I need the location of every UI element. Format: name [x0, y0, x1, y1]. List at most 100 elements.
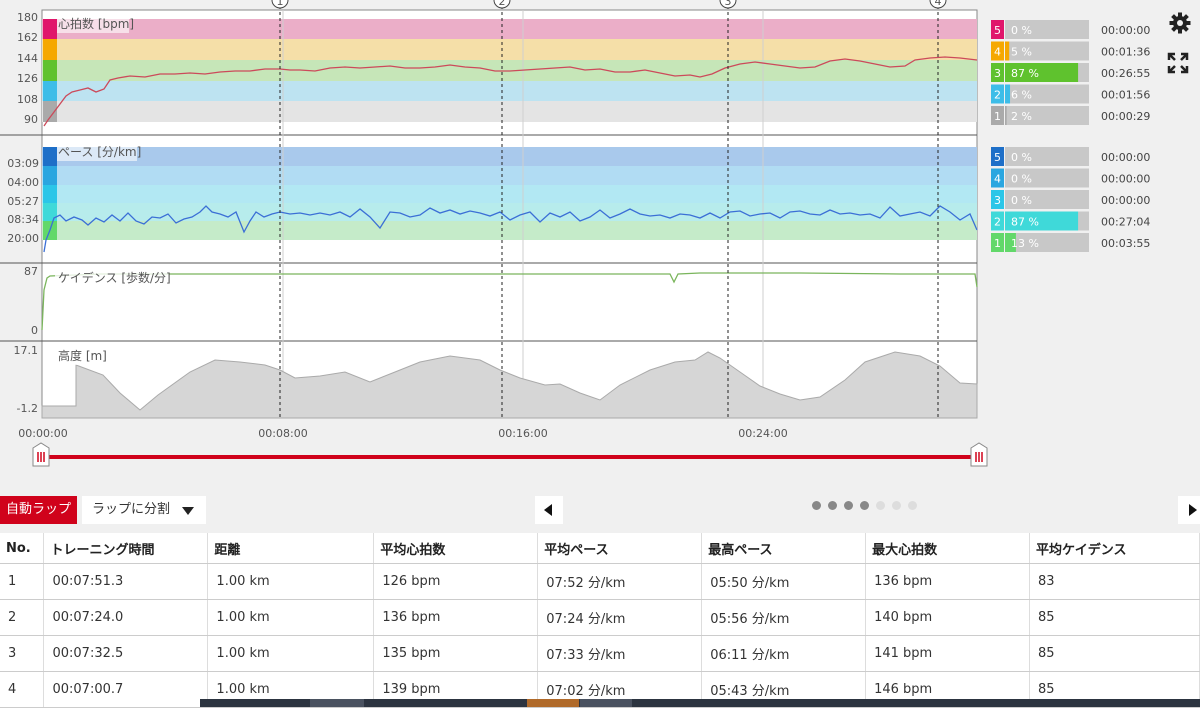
- altitude-y-ticks: 17.1 -1.2: [14, 344, 39, 415]
- table-row[interactable]: 3 00:07:32.5 1.00 km 135 bpm 07:33 分/km 06:11…: [0, 635, 1200, 672]
- page-dot[interactable]: [908, 501, 917, 510]
- table-cell: 00:07:00.7: [43, 671, 209, 708]
- table-cell: 00:07:51.3: [43, 563, 209, 600]
- svg-text:162: 162: [17, 31, 38, 44]
- zone-percent: 2 %: [1011, 110, 1032, 123]
- col-header-no[interactable]: No.: [0, 533, 45, 564]
- svg-text:108: 108: [17, 93, 38, 106]
- table-cell: 1.00 km: [207, 563, 375, 600]
- col-header-training-time[interactable]: トレーニング時間: [43, 533, 209, 564]
- table-row[interactable]: 1 00:07:51.3 1.00 km 126 bpm 07:52 分/km 05:50…: [0, 563, 1200, 600]
- svg-text:90: 90: [24, 113, 38, 126]
- svg-text:00:00:00: 00:00:00: [18, 427, 67, 440]
- pace-zone-5: 5 0 % 00:00:00: [991, 147, 1150, 166]
- table-cell: 1: [0, 563, 45, 600]
- zone-percent: 87 %: [1011, 67, 1039, 80]
- zone-percent: 87 %: [1011, 216, 1039, 229]
- next-page-button[interactable]: [1178, 496, 1200, 524]
- pace-zone-summary: 5 0 % 00:00:00 4 0 % 00:00:00 3 0 % 00:00:00 2 87 …: [991, 147, 1150, 252]
- zone-duration: 00:00:00: [1101, 194, 1150, 207]
- pace-zone-4: 4 0 % 00:00:00: [991, 168, 1150, 188]
- lap-marker-2[interactable]: 2: [499, 0, 506, 8]
- col-header-max-pace[interactable]: 最高ペース: [701, 533, 867, 564]
- x-axis-ticks: 00:00:00 00:08:00 00:16:00 00:24:00: [18, 427, 787, 440]
- zone-duration: 00:01:56: [1101, 89, 1150, 102]
- col-header-avg-hr[interactable]: 平均心拍数: [373, 533, 539, 564]
- zone-percent: 6 %: [1011, 89, 1032, 102]
- page-dot[interactable]: [812, 501, 821, 510]
- zone-number: 5: [994, 24, 1001, 37]
- pace-zone-3: 3 0 % 00:00:00: [991, 190, 1150, 209]
- table-cell: 06:11 分/km: [701, 635, 867, 672]
- hr-zone-3: 3 87 % 00:26:55: [991, 63, 1150, 82]
- table-cell: 135 bpm: [373, 635, 539, 672]
- svg-text:00:08:00: 00:08:00: [258, 427, 307, 440]
- svg-text:87: 87: [24, 265, 38, 278]
- hr-zone-summary: 5 0 % 00:00:00 4 5 % 00:01:36 3 87 % 00:26:55 2 6 …: [991, 20, 1150, 125]
- range-slider-start-handle[interactable]: [32, 442, 50, 467]
- zone-duration: 00:01:36: [1101, 46, 1150, 59]
- svg-text:08:34: 08:34: [7, 213, 39, 226]
- lap-marker-1[interactable]: 1: [277, 0, 284, 8]
- settings-button[interactable]: [1167, 10, 1193, 36]
- lap-marker-labels[interactable]: 1 2 3 4: [271, 0, 947, 9]
- hr-zone-4: 4 5 % 00:01:36: [991, 41, 1150, 61]
- page-dot[interactable]: [876, 501, 885, 510]
- table-row[interactable]: 2 00:07:24.0 1.00 km 136 bpm 07:24 分/km 05:56…: [0, 599, 1200, 636]
- svg-text:04:00: 04:00: [7, 176, 39, 189]
- prev-page-button[interactable]: [535, 496, 563, 524]
- table-cell: 85: [1029, 599, 1200, 636]
- auto-lap-tab[interactable]: 自動ラップ: [0, 496, 78, 524]
- page-dot[interactable]: [844, 501, 853, 510]
- bottom-taskbar-strip: [200, 699, 1200, 707]
- table-header-row: No. トレーニング時間 距離 平均心拍数 平均ペース 最高ペース 最大心拍数 …: [0, 533, 1200, 564]
- col-header-max-hr[interactable]: 最大心拍数: [865, 533, 1031, 564]
- hr-y-ticks: 180 162 144 126 108 90: [17, 11, 38, 126]
- page-dot[interactable]: [860, 501, 869, 510]
- lap-toolbar: 自動ラップ ラップに分割: [0, 494, 1200, 530]
- svg-text:03:09: 03:09: [7, 157, 39, 170]
- table-cell: 07:24 分/km: [537, 599, 703, 636]
- page-dot[interactable]: [828, 501, 837, 510]
- table-cell: 3: [0, 635, 45, 672]
- page-indicator: [812, 501, 917, 510]
- gear-icon: [1169, 12, 1191, 34]
- table-cell: 136 bpm: [865, 563, 1031, 600]
- lap-table: No. トレーニング時間 距離 平均心拍数 平均ペース 最高ペース 最大心拍数 …: [0, 533, 1200, 708]
- table-cell: 05:50 分/km: [701, 563, 867, 600]
- arrow-left-icon: [544, 504, 552, 516]
- table-cell: 07:52 分/km: [537, 563, 703, 600]
- pace-zone-2: 2 87 % 00:27:04: [991, 211, 1150, 231]
- table-cell: 136 bpm: [373, 599, 539, 636]
- col-header-avg-cadence[interactable]: 平均ケイデンス: [1029, 533, 1200, 564]
- col-header-avg-pace[interactable]: 平均ペース: [537, 533, 703, 564]
- svg-text:00:24:00: 00:24:00: [738, 427, 787, 440]
- split-lap-dropdown[interactable]: ラップに分割: [82, 496, 206, 524]
- split-lap-label: ラップに分割: [92, 502, 171, 517]
- zone-percent: 0 %: [1011, 24, 1032, 37]
- table-cell: 141 bpm: [865, 635, 1031, 672]
- zone-duration: 00:00:00: [1101, 173, 1150, 186]
- svg-text:17.1: 17.1: [14, 344, 39, 357]
- table-cell: 85: [1029, 635, 1200, 672]
- range-slider-end-handle[interactable]: [970, 442, 988, 467]
- zone-percent: 0 %: [1011, 151, 1032, 164]
- table-cell: 05:56 分/km: [701, 599, 867, 636]
- activity-charts: 1 2 3 4 心拍数 [bpm] ペース [分/km] ケイデンス [歩数/分…: [0, 0, 1150, 467]
- svg-text:144: 144: [17, 52, 38, 65]
- svg-text:05:27: 05:27: [7, 195, 39, 208]
- range-slider-track[interactable]: [42, 455, 980, 459]
- fullscreen-button[interactable]: [1165, 50, 1191, 76]
- hr-zone-5: 5 0 % 00:00:00: [991, 20, 1150, 39]
- lap-marker-4[interactable]: 4: [935, 0, 942, 8]
- table-cell: 00:07:24.0: [43, 599, 209, 636]
- zone-duration: 00:03:55: [1101, 237, 1150, 250]
- expand-icon: [1167, 52, 1189, 74]
- lap-marker-3[interactable]: 3: [725, 0, 732, 8]
- svg-text:126: 126: [17, 72, 38, 85]
- zone-percent: 13 %: [1011, 237, 1039, 250]
- col-header-distance[interactable]: 距離: [207, 533, 375, 564]
- svg-text:00:16:00: 00:16:00: [498, 427, 547, 440]
- table-cell: 4: [0, 671, 45, 708]
- page-dot[interactable]: [892, 501, 901, 510]
